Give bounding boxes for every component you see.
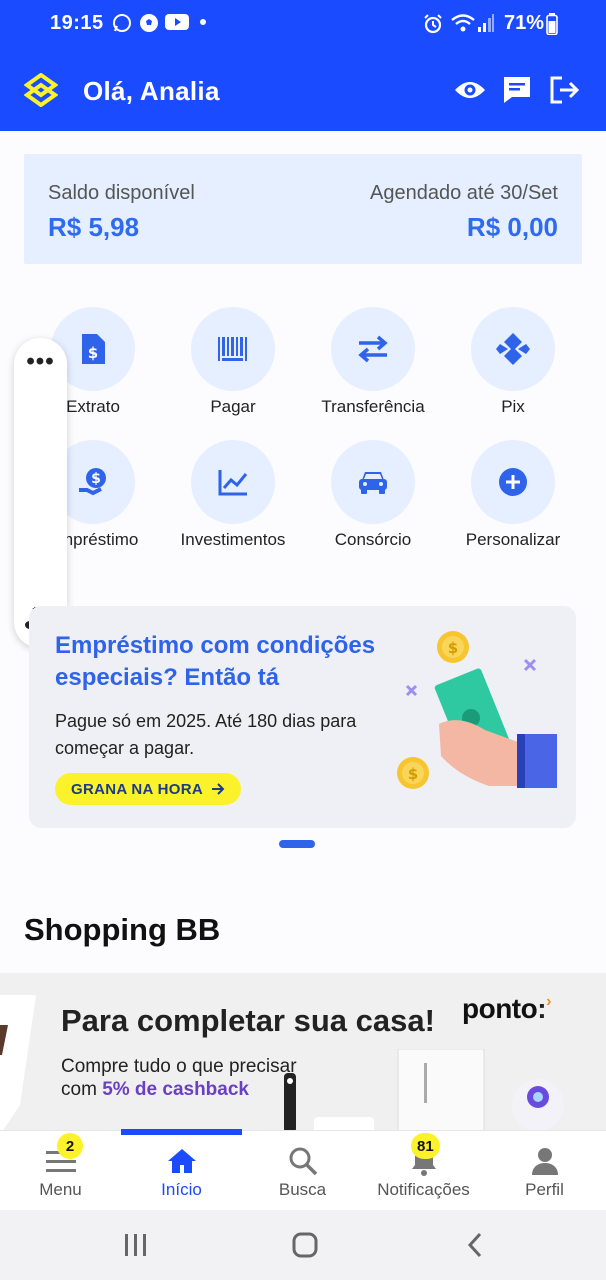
tab-perfil[interactable]: Perfil	[484, 1131, 605, 1211]
menu-badge: 2	[57, 1133, 83, 1159]
carousel-indicator[interactable]	[279, 840, 315, 848]
ponto-logo: ponto:›	[462, 993, 551, 1024]
cashback-highlight: 5% de cashback	[102, 1079, 249, 1100]
tab-label: Busca	[278, 1180, 327, 1199]
dot-icon	[199, 18, 207, 26]
notifications-badge: 81	[411, 1133, 440, 1159]
shopping-banner[interactable]: Para completar sua casa! Compre tudo o q…	[0, 973, 606, 1133]
svg-text:$: $	[448, 639, 458, 657]
shopping-banner-title: Para completar sua casa!	[61, 1003, 435, 1038]
wifi-icon	[450, 13, 476, 33]
tab-label: Menu	[39, 1180, 82, 1199]
arrow-right-icon	[211, 783, 225, 795]
brand-text: ponto	[462, 993, 538, 1024]
message-icon[interactable]	[500, 73, 534, 107]
available-balance-value: R$ 5,98	[48, 212, 140, 242]
money-hand-illustration: $ $	[389, 626, 569, 821]
home-button-icon[interactable]	[285, 1228, 325, 1262]
status-time: 19:15	[50, 12, 104, 34]
recents-icon[interactable]	[116, 1228, 156, 1262]
balance-card[interactable]: Saldo disponível R$ 5,98 Agendado até 30…	[24, 154, 582, 264]
search-icon	[242, 1145, 363, 1177]
tab-notificacoes[interactable]: 81 Notificações	[363, 1131, 484, 1211]
logout-icon[interactable]	[547, 73, 581, 107]
tab-label: Início	[161, 1180, 202, 1199]
scheduled-value: R$ 0,00	[466, 212, 558, 242]
shopping-banner-desc: Compre tudo o que precisar com 5% de cas…	[61, 1055, 297, 1101]
tab-inicio[interactable]: Início	[121, 1131, 242, 1211]
status-bar: 19:15 71%	[0, 0, 606, 48]
quick-action-label: Consórcio	[334, 530, 412, 549]
barcode-icon	[191, 307, 275, 391]
battery-icon	[546, 13, 558, 35]
svg-text:$: $	[88, 344, 98, 362]
quick-action-label: Personalizar	[465, 530, 561, 549]
app-header: 19:15 71% Olá, Analia	[0, 0, 606, 131]
plus-icon	[471, 440, 555, 524]
bottom-navigation: 2 Menu Início Busca 81 Notificações Perf…	[0, 1129, 606, 1211]
grana-na-hora-button[interactable]: GRANA NA HORA	[55, 773, 241, 805]
svg-text:$: $	[408, 765, 418, 783]
chart-icon	[191, 440, 275, 524]
quick-action-investimentos[interactable]: Investimentos	[163, 440, 303, 560]
youtube-icon	[165, 13, 189, 31]
pix-icon	[471, 307, 555, 391]
battery-percent: 71%	[503, 12, 544, 34]
promo-banner[interactable]: Empréstimo com condições especiais? Entã…	[29, 606, 576, 828]
cta-label: GRANA NA HORA	[71, 780, 203, 798]
quick-action-label: Pagar	[210, 397, 256, 416]
profile-icon	[484, 1145, 605, 1177]
quick-action-transferencia[interactable]: Transferência	[303, 307, 443, 427]
car-icon	[331, 440, 415, 524]
more-icon[interactable]: •••	[14, 348, 67, 376]
transfer-icon	[331, 307, 415, 391]
tab-menu[interactable]: 2 Menu	[0, 1131, 121, 1211]
quick-action-label: Pix	[501, 397, 525, 416]
quick-action-label: Investimentos	[180, 530, 286, 549]
alarm-icon	[422, 13, 444, 35]
whatsapp-icon	[112, 13, 132, 33]
system-navigation-bar	[0, 1210, 606, 1280]
scheduled-label: Agendado até 30/Set	[370, 182, 558, 204]
section-title-shopping: Shopping BB	[24, 912, 221, 947]
greeting: Olá, Analia	[83, 76, 220, 106]
promo-description: Pague só em 2025. Até 180 dias para come…	[55, 711, 357, 758]
svg-text:$: $	[91, 471, 101, 487]
tab-label: Perfil	[525, 1180, 564, 1199]
quick-action-label: Transferência	[321, 397, 425, 416]
available-balance-label: Saldo disponível	[48, 182, 195, 204]
quick-action-pix[interactable]: Pix	[443, 307, 583, 427]
shopping-desc-line2: com	[61, 1079, 97, 1100]
product-edge-illustration	[0, 995, 40, 1133]
quick-action-consorcio[interactable]: Consórcio	[303, 440, 443, 560]
bb-logo-icon	[23, 72, 59, 112]
promo-title: Empréstimo com condições especiais? Entã…	[55, 632, 376, 691]
tab-busca[interactable]: Busca	[242, 1131, 363, 1211]
back-icon[interactable]	[455, 1228, 495, 1262]
soccer-ball-icon	[139, 13, 159, 33]
floating-accessibility-widget[interactable]: •••	[14, 338, 67, 648]
quick-action-personalizar[interactable]: Personalizar	[443, 440, 583, 560]
quick-action-pagar[interactable]: Pagar	[163, 307, 303, 427]
shopping-desc-line1: Compre tudo o que precisar	[61, 1056, 297, 1077]
home-icon	[121, 1145, 242, 1177]
eye-icon[interactable]	[453, 73, 487, 107]
products-illustration	[266, 1048, 576, 1133]
signal-icon	[477, 13, 495, 33]
tab-label: Notificações	[377, 1180, 470, 1199]
